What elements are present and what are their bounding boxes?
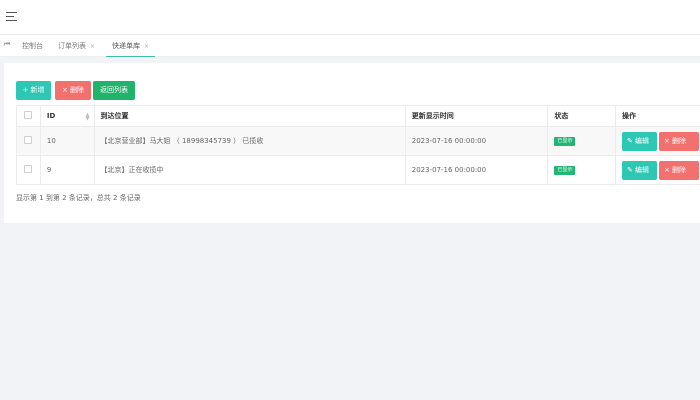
row-delete-button[interactable]: × 删除 <box>658 131 699 151</box>
column-label: ID <box>46 112 56 120</box>
row-select-cell <box>16 126 41 156</box>
tab-label: 快递单库 <box>112 42 140 50</box>
tab-dashboard[interactable]: 控制台 <box>22 35 43 57</box>
select-all-cell <box>16 105 41 127</box>
column-header-location: 到达位置 <box>93 105 406 127</box>
cell-id: 10 <box>39 126 95 156</box>
delete-button[interactable]: × 删除 <box>55 81 91 100</box>
column-label: 操作 <box>621 112 636 120</box>
add-button[interactable]: + 新增 <box>16 81 51 100</box>
close-icon[interactable]: × <box>144 43 149 50</box>
cell-status: 已显示 <box>547 155 616 185</box>
row-checkbox[interactable] <box>24 165 33 173</box>
column-label: 到达位置 <box>100 112 129 120</box>
express-table: ID ▲ ▼ 到达位置 更新显示时间 状态 操作 10 【北京营业部】马大姐 （… <box>16 105 700 185</box>
cell-time: 2023-07-16 00:00:00 <box>404 155 549 185</box>
column-header-time: 更新显示时间 <box>404 105 549 127</box>
select-all-checkbox[interactable] <box>24 111 33 119</box>
top-header <box>0 0 700 34</box>
column-label: 状态 <box>554 112 569 120</box>
column-label: 更新显示时间 <box>411 112 454 120</box>
table-header-row: ID ▲ ▼ 到达位置 更新显示时间 状态 操作 <box>16 105 700 127</box>
pagination-summary: 显示第 1 到第 2 条记录，总共 2 条记录 <box>16 194 141 202</box>
cell-status: 已显示 <box>547 126 616 156</box>
table-row: 9 【北京】正在收揽中 2023-07-16 00:00:00 已显示 ✎ 编辑… <box>16 155 700 185</box>
content-panel: + 新增 × 删除 返回列表 ID ▲ ▼ 到达位置 更新显示时间 状态 操作 … <box>4 63 700 223</box>
tab-express-library[interactable]: 快递单库 × <box>106 35 156 57</box>
tab-label: 控制台 <box>22 42 43 50</box>
cell-id: 9 <box>39 155 95 185</box>
column-header-actions: 操作 <box>614 105 700 127</box>
back-to-list-button[interactable]: 返回列表 <box>93 81 135 100</box>
cell-location: 【北京营业部】马大姐 （ 18998345739 ） 已揽收 <box>93 126 406 156</box>
cell-location: 【北京】正在收揽中 <box>93 155 406 185</box>
edit-button[interactable]: ✎ 编辑 <box>621 131 657 151</box>
cell-actions: ✎ 编辑 × 删除 <box>614 126 700 156</box>
column-header-status: 状态 <box>547 105 616 127</box>
tab-label: 订单列表 <box>58 42 86 50</box>
row-delete-button[interactable]: × 删除 <box>658 160 699 180</box>
row-select-cell <box>16 155 41 185</box>
status-badge: 已显示 <box>554 166 576 175</box>
column-header-id[interactable]: ID ▲ ▼ <box>39 105 95 127</box>
close-icon[interactable]: × <box>90 43 95 50</box>
table-row: 10 【北京营业部】马大姐 （ 18998345739 ） 已揽收 2023-0… <box>16 126 700 156</box>
tab-order-list[interactable]: 订单列表 × <box>58 35 95 57</box>
cell-actions: ✎ 编辑 × 删除 <box>614 155 700 185</box>
status-badge: 已显示 <box>554 137 576 146</box>
cell-time: 2023-07-16 00:00:00 <box>404 126 549 156</box>
hamburger-icon[interactable] <box>6 12 17 21</box>
row-checkbox[interactable] <box>24 136 33 144</box>
sort-icon[interactable]: ▲ ▼ <box>86 113 90 122</box>
tab-bar: ⏮ 控制台 订单列表 × 快递单库 × <box>0 34 700 57</box>
edit-button[interactable]: ✎ 编辑 <box>621 160 657 180</box>
double-chevron-left-icon[interactable]: ⏮ <box>4 40 10 49</box>
